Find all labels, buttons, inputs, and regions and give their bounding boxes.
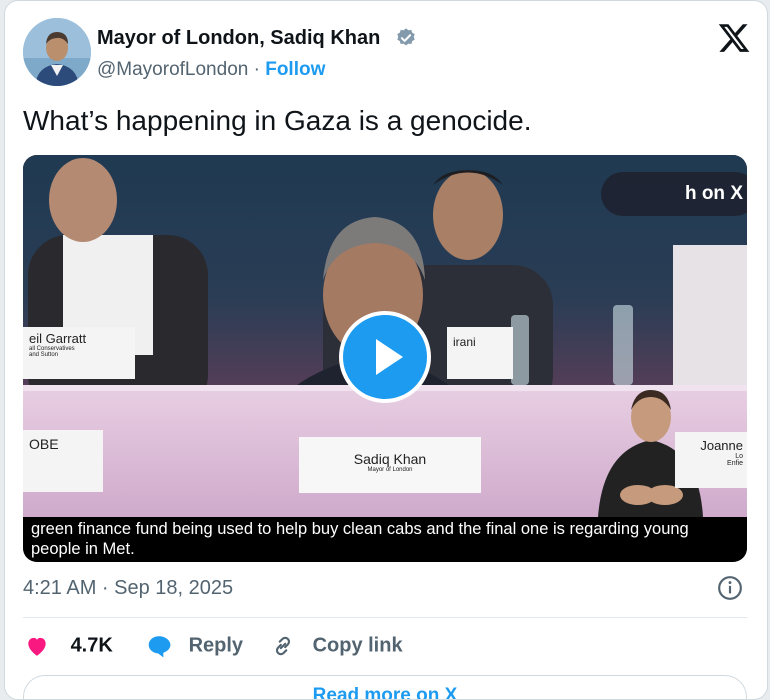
name-card-subtitle: and Sutton	[29, 352, 59, 358]
play-button[interactable]	[339, 311, 431, 403]
x-logo-icon[interactable]	[717, 21, 751, 55]
name-card-center: Sadiq Khan Mayor of London	[299, 437, 481, 493]
info-icon[interactable]	[717, 575, 743, 601]
name-card-center-back: irani	[447, 327, 513, 379]
name-card-subtitle: Mayor of London	[367, 467, 413, 473]
name-card-title: Sadiq Khan	[353, 451, 427, 467]
handle-row: @MayorofLondon · Follow	[97, 59, 325, 81]
video-caption: green finance fund being used to help bu…	[23, 517, 747, 562]
divider	[23, 617, 747, 618]
link-icon	[275, 636, 291, 656]
name-card-subtitle: Enfie	[727, 460, 743, 467]
name-card-left-bottom: OBE	[23, 430, 103, 492]
name-card-subtitle: Lo	[735, 453, 743, 460]
copy-link-label: Copy link	[312, 634, 403, 657]
tweet-timestamp[interactable]: 4:21 AM · Sep 18, 2025	[23, 577, 233, 600]
name-card-title: Joanne	[700, 438, 743, 453]
name-card-left-top: eil Garratt all Conservatives and Sutton	[23, 327, 135, 379]
reply-icon	[148, 636, 171, 658]
copy-link-button[interactable]: Copy link	[269, 633, 403, 659]
like-count: 4.7K	[70, 634, 113, 657]
name-card-right: Joanne Lo Enfie	[675, 432, 747, 488]
reply-button[interactable]: Reply	[145, 633, 243, 659]
name-card-title: OBE	[29, 436, 59, 452]
like-button[interactable]: 4.7K	[23, 633, 113, 659]
separator: ·	[253, 59, 260, 80]
video-player[interactable]: eil Garratt all Conservatives and Sutton…	[23, 155, 747, 562]
play-icon	[376, 339, 403, 375]
tweet-card: Mayor of London, Sadiq Khan @MayorofLond…	[4, 0, 768, 700]
heart-icon	[28, 637, 46, 656]
verified-badge-icon	[397, 28, 415, 46]
follow-button[interactable]: Follow	[265, 59, 325, 80]
author-name[interactable]: Mayor of London, Sadiq Khan	[97, 27, 380, 50]
read-more-button[interactable]: Read more on X	[23, 675, 747, 699]
tweet-text: What’s happening in Gaza is a genocide.	[23, 105, 532, 136]
name-card-title: irani	[453, 335, 476, 349]
author-handle[interactable]: @MayorofLondon	[97, 59, 248, 80]
reply-label: Reply	[188, 634, 244, 657]
name-card-title: eil Garratt	[29, 331, 87, 346]
watch-on-x-button[interactable]: h on X	[601, 172, 747, 216]
avatar[interactable]	[23, 18, 91, 86]
